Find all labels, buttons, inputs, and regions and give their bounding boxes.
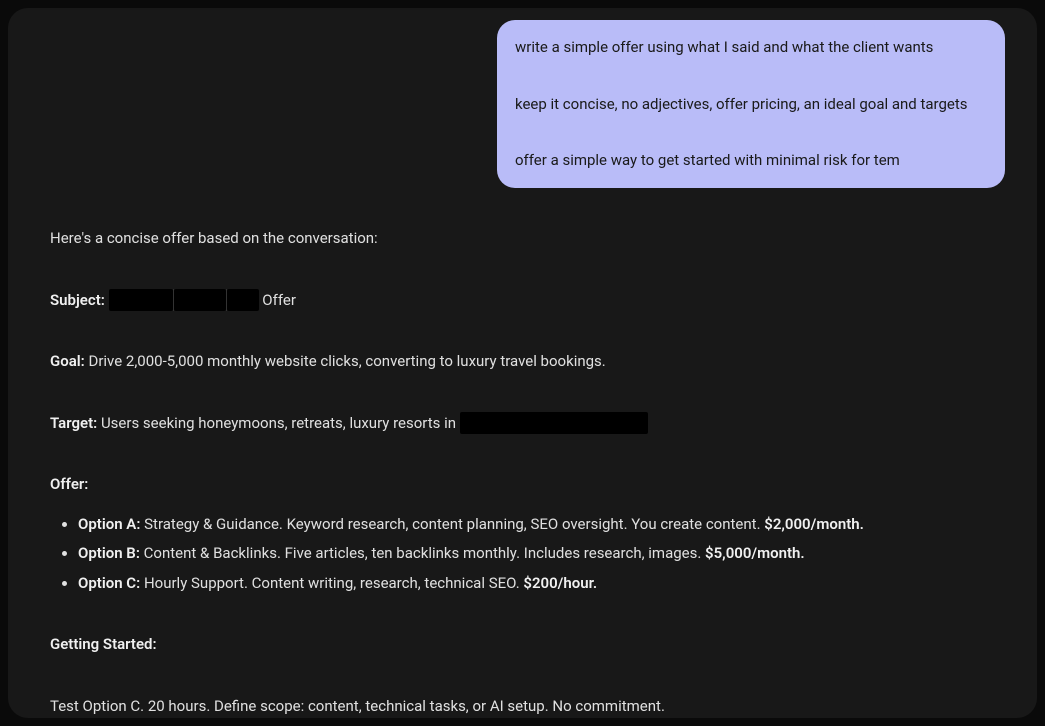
subject-line: Subject: Offer	[50, 288, 995, 314]
chat-container: write a simple offer using what I said a…	[8, 8, 1037, 718]
redaction-block	[227, 289, 259, 311]
user-line: keep it concise, no adjectives, offer pr…	[515, 93, 987, 116]
goal-label: Goal:	[50, 352, 85, 370]
target-label: Target:	[50, 414, 97, 432]
target-text: Users seeking honeymoons, retreats, luxu…	[97, 414, 456, 432]
subject-redacted	[109, 291, 263, 309]
option-price: $2,000/month.	[764, 515, 864, 533]
goal-text: Drive 2,000-5,000 monthly website clicks…	[85, 352, 606, 370]
assistant-intro: Here's a concise offer based on the conv…	[50, 226, 995, 252]
goal-line: Goal: Drive 2,000-5,000 monthly website …	[50, 349, 995, 375]
user-message[interactable]: write a simple offer using what I said a…	[497, 20, 1005, 188]
getting-started-label: Getting Started:	[50, 635, 157, 653]
offer-option: Option C: Hourly Support. Content writin…	[78, 571, 995, 597]
option-name: Option C:	[78, 574, 140, 592]
option-desc: Strategy & Guidance. Keyword research, c…	[140, 515, 764, 533]
offer-options-list: Option A: Strategy & Guidance. Keyword r…	[50, 512, 995, 597]
getting-started-text: Test Option C. 20 hours. Define scope: c…	[50, 694, 995, 719]
redaction-block	[460, 412, 648, 434]
target-line: Target: Users seeking honeymoons, retrea…	[50, 411, 995, 437]
getting-started-label-line: Getting Started:	[50, 632, 995, 658]
assistant-message: Here's a concise offer based on the conv…	[50, 226, 995, 718]
offer-option: Option B: Content & Backlinks. Five arti…	[78, 541, 995, 567]
user-line: write a simple offer using what I said a…	[515, 36, 987, 59]
option-desc: Hourly Support. Content writing, researc…	[140, 574, 523, 592]
offer-label-line: Offer:	[50, 472, 995, 498]
user-line: offer a simple way to get started with m…	[515, 149, 987, 172]
option-desc: Content & Backlinks. Five articles, ten …	[140, 544, 705, 562]
option-name: Option B:	[78, 544, 140, 562]
option-price: $200/hour.	[523, 574, 597, 592]
subject-suffix: Offer	[262, 291, 296, 309]
redaction-block	[109, 289, 173, 311]
redaction-block	[174, 289, 226, 311]
offer-option: Option A: Strategy & Guidance. Keyword r…	[78, 512, 995, 538]
option-name: Option A:	[78, 515, 140, 533]
option-price: $5,000/month.	[705, 544, 805, 562]
offer-label: Offer:	[50, 475, 88, 493]
subject-label: Subject:	[50, 291, 105, 309]
